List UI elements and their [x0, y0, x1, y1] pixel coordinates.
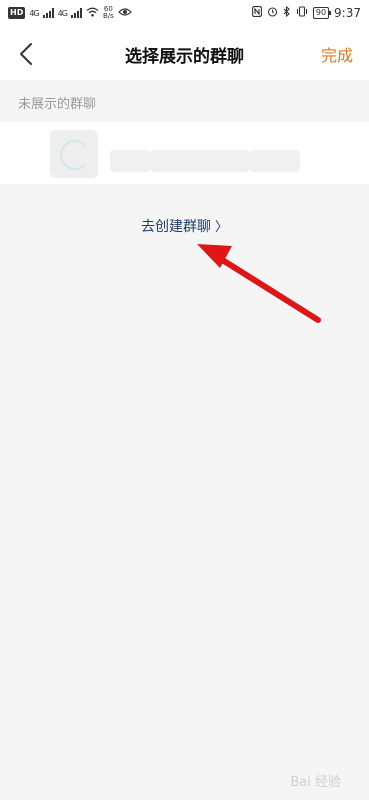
watermark-logo: Bai 经验: [290, 775, 341, 790]
annotation-arrow-icon: [197, 244, 321, 323]
